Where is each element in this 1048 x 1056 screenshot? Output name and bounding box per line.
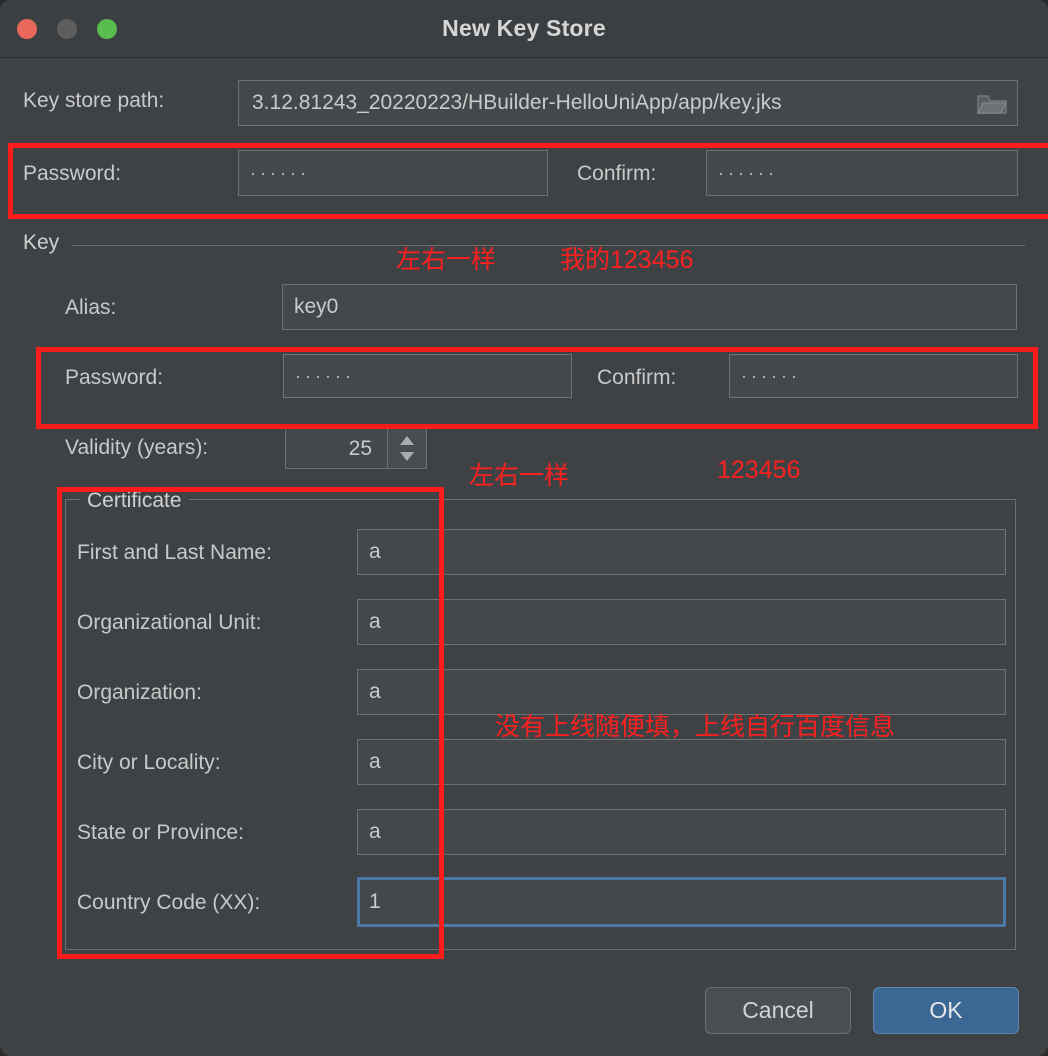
key-store-confirm-value: ······ — [718, 162, 778, 183]
key-store-path-input[interactable]: 3.12.81243_20220223/HBuilder-HelloUniApp… — [238, 80, 1018, 126]
annotation-text-same-1: 左右一样 — [396, 246, 497, 274]
annotation-text-my-123456: 我的123456 — [560, 246, 694, 274]
key-store-password-input[interactable]: ······ — [238, 150, 548, 196]
cert-field-value-2: a — [369, 680, 381, 703]
key-store-path-label: Key store path: — [23, 89, 165, 112]
dialog-title: New Key Store — [442, 15, 606, 41]
cert-field-label-0: First and Last Name: — [77, 541, 272, 564]
key-password-input[interactable]: ······ — [283, 354, 572, 398]
key-confirm-value: ······ — [741, 365, 801, 386]
annotation-text-123456: 123456 — [717, 456, 801, 484]
key-store-path-value: 3.12.81243_20220223/HBuilder-HelloUniApp… — [252, 91, 782, 114]
title-bar: New Key Store — [0, 0, 1048, 58]
validity-stepper[interactable]: 25 — [285, 428, 427, 469]
cert-field-input-1[interactable]: a — [357, 599, 1006, 645]
cert-field-value-4: a — [369, 820, 381, 843]
key-store-confirm-label: Confirm: — [577, 162, 657, 185]
cert-field-input-3[interactable]: a — [357, 739, 1006, 785]
cert-field-input-0[interactable]: a — [357, 529, 1006, 575]
cert-field-input-5[interactable]: 1 — [357, 877, 1006, 927]
key-confirm-label: Confirm: — [597, 366, 677, 389]
cert-field-input-4[interactable]: a — [357, 809, 1006, 855]
chevron-up-icon[interactable] — [400, 436, 414, 445]
cert-field-label-5: Country Code (XX): — [77, 891, 261, 914]
cert-field-value-3: a — [369, 750, 381, 773]
annotation-text-same-2: 左右一样 — [469, 462, 570, 490]
alias-input[interactable]: key0 — [282, 284, 1017, 330]
validity-value: 25 — [348, 437, 372, 460]
cert-field-label-2: Organization: — [77, 681, 202, 704]
alias-value: key0 — [294, 295, 339, 318]
cancel-button[interactable]: Cancel — [705, 987, 851, 1034]
validity-label: Validity (years): — [65, 436, 209, 459]
cert-field-label-3: City or Locality: — [77, 751, 221, 774]
key-confirm-input[interactable]: ······ — [729, 354, 1018, 398]
certificate-group-label: Certificate — [80, 489, 189, 513]
chevron-down-icon[interactable] — [400, 452, 414, 461]
key-password-value: ······ — [295, 365, 355, 386]
cert-field-value-1: a — [369, 610, 381, 633]
cert-field-value-0: a — [369, 540, 381, 563]
key-password-label: Password: — [65, 366, 164, 389]
key-store-confirm-input[interactable]: ······ — [706, 150, 1018, 196]
alias-label: Alias: — [65, 296, 117, 319]
cert-field-label-4: State or Province: — [77, 821, 244, 844]
validity-arrows[interactable] — [387, 429, 426, 468]
cert-field-value-5: 1 — [369, 890, 381, 913]
key-store-password-value: ······ — [250, 162, 310, 183]
ok-button[interactable]: OK — [873, 987, 1019, 1034]
folder-icon[interactable] — [977, 92, 1007, 116]
key-group-separator — [72, 245, 1025, 246]
key-store-password-label: Password: — [23, 162, 122, 185]
new-key-store-dialog: New Key Store Key store path: 3.12.81243… — [0, 0, 1048, 1056]
key-group-label: Key — [23, 231, 60, 254]
annotation-text-fill-anything: 没有上线随便填，上线自行百度信息 — [495, 713, 896, 741]
cert-field-label-1: Organizational Unit: — [77, 611, 262, 634]
